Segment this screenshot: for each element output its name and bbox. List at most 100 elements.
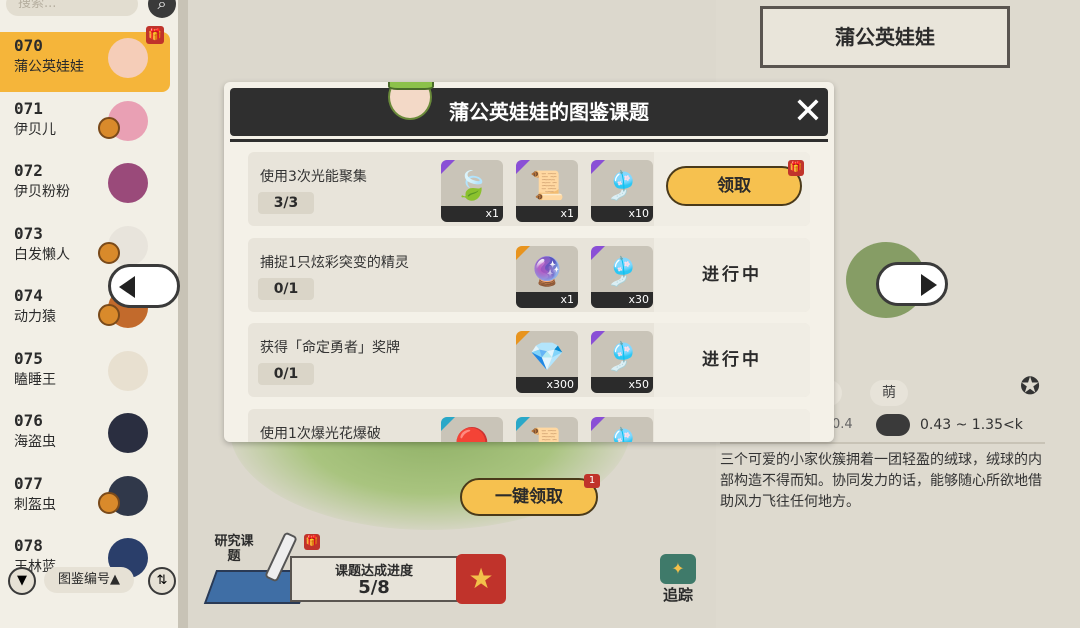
creature-name: 海盗虫 <box>14 434 56 450</box>
filter-icon[interactable]: ▼ <box>8 567 36 595</box>
creature-name: 伊贝儿 <box>14 121 56 138</box>
arrow-right-icon <box>921 274 937 296</box>
progress-value: 5/8 <box>358 577 390 598</box>
scroll-icon: 📜 <box>529 169 565 202</box>
charm-icon: 🎐 <box>604 340 640 373</box>
notification-badge: 1 <box>584 474 600 488</box>
task-label: 使用1次爆光花爆破 <box>260 425 381 442</box>
creature-avatar <box>108 350 148 391</box>
track-button[interactable]: 追踪 <box>656 584 700 605</box>
medal-icon <box>98 241 120 264</box>
reward-quantity: x1 <box>516 206 578 222</box>
list-item[interactable]: 076 海盗虫 <box>0 407 170 467</box>
gift-icon: 🎁 <box>304 534 320 550</box>
task-row: 使用1次爆光花爆破 🔴 📜 🎐 <box>248 408 810 443</box>
task-progress: 0/1 <box>258 277 314 300</box>
list-item[interactable]: 072 伊贝粉粉 <box>0 157 170 217</box>
creature-number: 070 <box>14 36 43 55</box>
track-icon[interactable]: ✦ <box>660 554 696 584</box>
creature-number: 077 <box>14 473 43 493</box>
claim-button[interactable]: 领取 <box>666 166 802 206</box>
reward-item[interactable]: 📜 <box>516 416 578 443</box>
close-icon[interactable]: ✕ <box>790 94 826 130</box>
task-label: 使用3次光能聚集 <box>260 169 367 185</box>
reward-quantity: x300 <box>516 377 578 393</box>
task-row: 使用3次光能聚集 3/3 🍃 x1 📜 x1 🎐 x10 领取 🎁 <box>248 152 810 226</box>
golden-orb-icon: 🔮 <box>529 254 565 288</box>
task-action-area: 领取 🎁 <box>654 152 810 226</box>
research-label: 研究课题 <box>214 534 254 564</box>
scroll-icon: 📜 <box>529 425 565 443</box>
favorite-star-icon[interactable]: ✪ <box>1016 372 1044 400</box>
task-action-area: 进行中 <box>654 323 810 397</box>
modal-header: 蒲公英娃娃的图鉴课题 ✕ <box>230 88 828 136</box>
creature-avatar <box>108 38 148 78</box>
creature-number: 078 <box>14 536 43 555</box>
pink-orb-icon: 🔴 <box>454 425 490 443</box>
research-task-modal: 蒲公英娃娃的图鉴课题 ✕ 使用3次光能聚集 3/3 🍃 x1 📜 x1 🎐 x10 领取 🎁 捕捉1… <box>224 82 834 442</box>
charm-icon: 🎐 <box>604 425 640 443</box>
modal-title: 蒲公英娃娃的图鉴课题 <box>449 100 649 124</box>
reward-quantity: x10 <box>591 206 653 222</box>
task-status: 进行中 <box>702 264 762 285</box>
medal-icon <box>98 491 120 514</box>
reward-quantity: x30 <box>591 291 653 308</box>
reward-quantity: x50 <box>591 377 653 393</box>
search-input[interactable]: 搜索... <box>6 0 138 16</box>
task-row: 捕捉1只炫彩突变的精灵 0/1 🔮 x1 🎐 x30 进行中 <box>248 237 810 312</box>
reward-item[interactable]: 🎐 x10 <box>591 160 653 222</box>
divider <box>720 442 1045 444</box>
creature-name: 刺盔虫 <box>14 496 56 513</box>
reward-item[interactable]: 🔴 <box>441 416 503 443</box>
height-value: 0.4 <box>832 417 853 432</box>
creature-description: 三个可爱的小家伙簇拥着一团轻盈的绒球，绒球的内部构造不得而知。协同发力的话，能够… <box>720 452 1042 510</box>
reward-quantity: x1 <box>516 291 578 308</box>
claim-all-button[interactable]: 一键领取 <box>460 478 598 516</box>
reward-item[interactable]: 📜 x1 <box>516 160 578 222</box>
creature-avatar <box>108 413 148 453</box>
medal-icon <box>98 304 120 326</box>
header-underline <box>230 139 828 142</box>
reward-quantity: x1 <box>441 206 503 222</box>
creature-number: 076 <box>14 411 43 430</box>
creature-name: 动力猿 <box>14 309 56 325</box>
list-item[interactable]: 071 伊贝儿 <box>0 95 170 155</box>
star-reward-icon[interactable]: ★ <box>456 554 506 604</box>
prism-icon: 💎 <box>529 340 565 373</box>
creature-name: 伊贝粉粉 <box>14 184 70 200</box>
creature-name-plate: 蒲公英娃娃 <box>760 6 1010 68</box>
list-scrollbar[interactable] <box>178 0 188 628</box>
task-label: 捕捉1只炫彩突变的精灵 <box>260 254 409 271</box>
type-chip-cute: 萌 <box>870 380 908 406</box>
list-item[interactable]: 070 蒲公英娃娃 <box>0 32 170 92</box>
creature-name: 瞌睡王 <box>14 371 56 388</box>
reward-item[interactable]: 🍃 x1 <box>441 160 503 222</box>
weight-icon <box>876 414 910 436</box>
list-item[interactable]: 075 瞌睡王 <box>0 345 170 405</box>
task-progress: 0/1 <box>258 363 314 385</box>
gift-icon: 🎁 <box>788 160 804 176</box>
leaf-crystal-icon: 🍃 <box>454 169 490 202</box>
medal-icon <box>98 116 120 139</box>
sort-icon[interactable]: ⇅ <box>148 567 176 595</box>
reward-item[interactable]: 🎐 x50 <box>591 331 653 393</box>
charm-icon: 🎐 <box>604 169 640 202</box>
gift-icon: 🎁 <box>146 26 164 44</box>
prev-creature-button[interactable] <box>108 264 180 308</box>
list-item[interactable]: 077 刺盔虫 <box>0 470 170 530</box>
task-action-area <box>654 408 810 442</box>
task-row: 获得「命定勇者」奖牌 0/1 💎 x300 🎐 x50 进行中 <box>248 323 810 397</box>
reward-item[interactable]: 🎐 <box>591 416 653 443</box>
creature-name: 蒲公英娃娃 <box>14 59 84 75</box>
creature-number: 072 <box>14 161 43 180</box>
sort-dropdown[interactable]: 图鉴编号▲ <box>44 567 134 593</box>
charm-icon: 🎐 <box>604 254 640 288</box>
next-creature-button[interactable] <box>876 262 948 306</box>
arrow-left-icon <box>119 276 135 298</box>
task-progress: 3/3 <box>258 192 314 214</box>
reward-item[interactable]: 💎 x300 <box>516 331 578 393</box>
weight-value: 0.43 ~ 1.35<k <box>920 417 1023 433</box>
reward-item[interactable]: 🎐 x30 <box>591 245 653 308</box>
reward-item[interactable]: 🔮 x1 <box>516 245 578 308</box>
creature-number: 073 <box>14 223 43 243</box>
